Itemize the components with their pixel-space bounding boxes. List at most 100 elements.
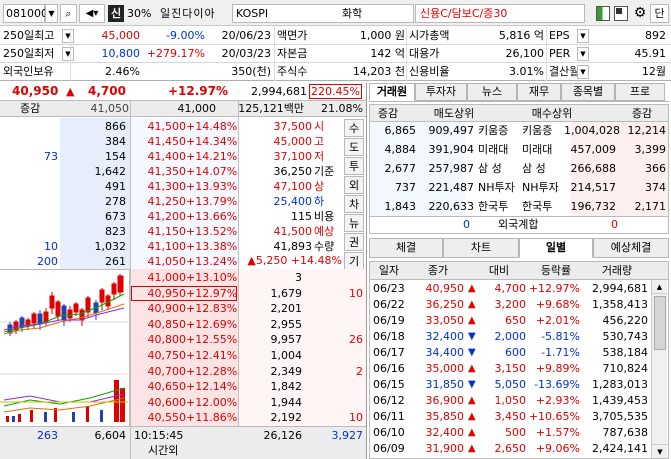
buy-broker[interactable]: 키움증 (522, 123, 552, 138)
daily-change: 1,050 (494, 394, 527, 407)
daily-date: 06/23 (373, 282, 405, 295)
daily-close: 34,400 (425, 346, 465, 359)
daily-volume: 1,358,413 (592, 298, 648, 311)
daily-change: 5,050 (494, 378, 527, 391)
bid-rate: +12.83% (186, 302, 238, 316)
info-dropdown[interactable]: ▼ (577, 29, 589, 43)
daily-volume: 456,220 (602, 314, 649, 327)
info-dropdown[interactable]: ▼ (577, 47, 589, 61)
ask-price[interactable]: 41,450 (132, 134, 187, 149)
daily-tab[interactable]: 체결 (369, 238, 443, 258)
buy-broker[interactable]: NH투자 (522, 180, 559, 195)
ask-quantity: 154 (105, 150, 126, 163)
buy-volume: 196,732 (570, 200, 617, 213)
mini-chart[interactable] (0, 269, 130, 426)
broker-tab[interactable]: 종목별 (561, 83, 615, 101)
side-tab[interactable]: 외 (344, 176, 364, 194)
stat-value: 41,893 (273, 240, 313, 253)
speaker-icon[interactable]: ◀▾ (79, 4, 105, 23)
daily-table: 일자 종가 대비 등락률 거래량 06/23 40,950 ▲ 4,700 +12.97… (369, 261, 669, 459)
single-button[interactable]: 단 (650, 4, 669, 23)
side-tab[interactable]: 도 (344, 138, 364, 156)
sell-broker[interactable]: 키움증 (478, 123, 508, 138)
ask-price[interactable]: 41,250 (132, 194, 187, 209)
bid-price[interactable]: 40,600 (132, 395, 187, 410)
ob-header-v4: 21.08% (321, 102, 363, 115)
daily-tab[interactable]: 일별 (519, 238, 593, 258)
ask-price[interactable]: 41,400 (132, 149, 187, 164)
price-change: 4,700 (88, 84, 126, 98)
bid-price[interactable]: 40,700 (132, 364, 187, 379)
down-arrow-icon: ▼ (468, 379, 476, 390)
broker-tab[interactable]: 재무 (517, 83, 561, 101)
bid-price[interactable]: 40,650 (132, 379, 187, 394)
daily-date: 06/15 (373, 378, 405, 391)
bid-change: 10 (349, 286, 363, 300)
stock-code-input[interactable]: 081000 (3, 4, 48, 23)
orderbook-footer: 263 6,604 10:15:45 26,126 3,927 시간외 (0, 426, 366, 459)
code-dropdown-button[interactable]: ▼ (45, 4, 58, 23)
broker-tab[interactable]: 뉴스 (467, 83, 517, 101)
daily-volume: 710,824 (602, 362, 649, 375)
bid-price[interactable]: 40,550 (132, 410, 187, 425)
buy-broker[interactable]: 미래대 (522, 142, 552, 157)
ob-header-v3: 125,121백만 (238, 102, 304, 115)
layout-icon[interactable] (596, 6, 610, 21)
daily-volume: 1,283,013 (592, 378, 648, 391)
up-arrow-icon: ▲ (468, 363, 476, 374)
side-tab[interactable]: 차 (344, 195, 364, 213)
info-dropdown[interactable]: ▼ (577, 65, 589, 79)
ask-price[interactable]: 41,300 (132, 179, 187, 194)
daily-header: 종가 (427, 264, 449, 277)
ask-price[interactable]: 41,050 (132, 254, 187, 269)
info-value-3: 3.01% (509, 65, 544, 78)
bid-change: 2 (356, 364, 363, 378)
broker-tab[interactable]: 프로 (615, 83, 665, 101)
bid-price[interactable]: 40,800 (132, 332, 187, 347)
side-tab[interactable]: 수 (344, 119, 364, 137)
gear-icon[interactable]: ⚙ (632, 4, 648, 23)
sell-broker[interactable]: NH투자 (478, 180, 515, 195)
buy-broker[interactable]: 삼 성 (522, 161, 546, 176)
sell-broker[interactable]: 한국투 (478, 199, 508, 214)
bid-price[interactable]: 41,000 (132, 270, 187, 285)
credit-label: 신용C/담보C/증30 (415, 4, 585, 23)
stat-label: 시 (314, 120, 325, 133)
side-tab[interactable]: 투 (344, 157, 364, 175)
broker-tab[interactable]: 투자자 (415, 83, 467, 101)
stat-value: 47,100 (273, 180, 313, 193)
ask-price[interactable]: 41,150 (132, 224, 187, 239)
bid-quantity: 1,004 (270, 349, 303, 362)
sell-broker[interactable]: 삼 성 (478, 161, 502, 176)
daily-tab[interactable]: 예상체결 (593, 238, 669, 258)
bid-quantity: 1,842 (270, 380, 303, 394)
side-tab[interactable]: 뉴 (344, 214, 364, 232)
sell-broker[interactable]: 미래대 (478, 142, 508, 157)
side-tab[interactable]: 기 (344, 252, 364, 270)
buy-broker[interactable]: 한국투 (522, 199, 552, 214)
window-icon[interactable] (614, 6, 628, 21)
scrollbar[interactable]: ▲ ▼ (651, 280, 668, 458)
info-value-4: 45.91 (634, 47, 667, 60)
daily-rate: +9.89% (535, 362, 580, 375)
side-tab[interactable]: 권 (344, 233, 364, 251)
ask-change: 200 (37, 255, 58, 268)
daily-date: 06/17 (373, 346, 405, 359)
bid-price[interactable]: 40,900 (132, 301, 187, 316)
ask-price[interactable]: 41,350 (132, 164, 187, 179)
up-arrow-icon: ▲ (468, 283, 476, 294)
daily-tab[interactable]: 차트 (443, 238, 519, 258)
daily-date: 06/12 (373, 394, 405, 407)
daily-rate: +10.65% (528, 410, 580, 423)
bid-price[interactable]: 40,950 (132, 286, 187, 301)
stat-value: 41,500 (273, 225, 313, 238)
ask-price[interactable]: 41,100 (132, 239, 187, 254)
price-change-pct: +12.97% (167, 84, 228, 98)
bid-price[interactable]: 40,850 (132, 317, 187, 332)
ask-price[interactable]: 41,200 (132, 209, 187, 224)
bid-price[interactable]: 40,750 (132, 348, 187, 363)
broker-tab[interactable]: 거래원 (369, 83, 415, 101)
foreign-total-label: 외국계합 (498, 218, 539, 231)
search-icon[interactable]: ⌕ (60, 4, 77, 23)
ask-price[interactable]: 41,500 (132, 119, 187, 134)
